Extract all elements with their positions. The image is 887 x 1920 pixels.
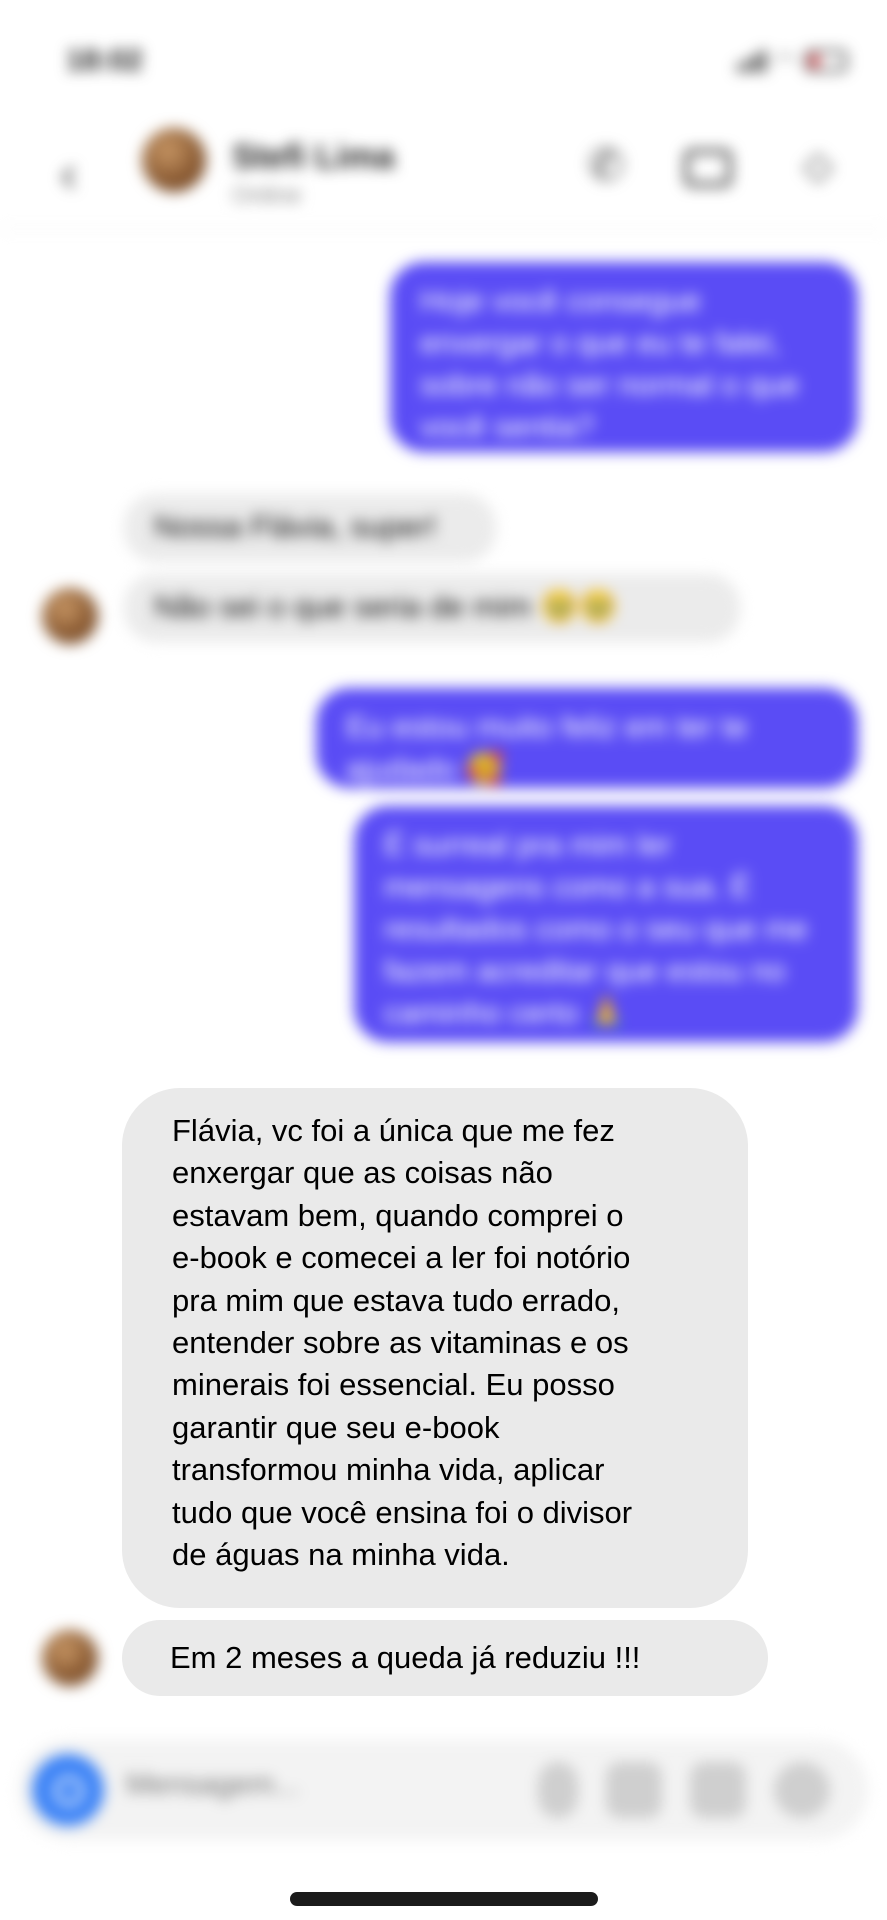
- message-incoming[interactable]: Em 2 meses a queda já reduziu !!!: [122, 1620, 768, 1696]
- home-indicator[interactable]: [290, 1892, 598, 1906]
- avatar[interactable]: [42, 588, 98, 644]
- tag-icon[interactable]: ⬦: [790, 138, 846, 194]
- message-line: transformou minha vida, aplicar: [172, 1452, 605, 1488]
- contact-status: Online: [232, 182, 302, 209]
- message-incoming[interactable]: Nossa Flávia, super!: [124, 494, 496, 562]
- camera-icon[interactable]: [32, 1754, 104, 1826]
- status-time: 18:02: [66, 44, 143, 77]
- phone-icon[interactable]: ✆: [578, 138, 634, 194]
- message-line: e-book e comecei a ler foi notório: [172, 1240, 631, 1276]
- wifi-icon: ◠: [775, 48, 795, 73]
- message-line: pra mim que estava tudo errado,: [172, 1282, 621, 1318]
- video-camera-icon[interactable]: [680, 138, 736, 194]
- message-line: tudo que você ensina foi o divisor: [172, 1494, 633, 1530]
- message-outgoing[interactable]: É surreal pra mim ler mensagens como a s…: [354, 806, 858, 1042]
- message-input[interactable]: [126, 1768, 426, 1802]
- signal-icon: [736, 50, 766, 72]
- avatar[interactable]: [142, 128, 206, 192]
- message-outgoing[interactable]: Hoje você consegue enxergar o que eu te …: [390, 262, 858, 452]
- status-bar: 18:02 ◠: [0, 0, 887, 110]
- message-line: Flávia, vc foi a única que me fez: [172, 1113, 615, 1148]
- chevron-left-icon[interactable]: ‹: [60, 148, 77, 200]
- message-line: de águas na minha vida.: [172, 1537, 510, 1573]
- chat-header: ‹ Stefi Lima Online ✆ ⬦: [0, 110, 887, 230]
- image-icon[interactable]: [606, 1762, 662, 1818]
- contact-name[interactable]: Stefi Lima: [232, 138, 394, 177]
- avatar[interactable]: [42, 1630, 98, 1686]
- status-icons: ◠: [736, 48, 847, 74]
- add-icon[interactable]: [774, 1762, 830, 1818]
- message-line: estavam bem, quando comprei o: [172, 1197, 624, 1233]
- message-line: enxergar que as coisas não: [172, 1155, 553, 1191]
- message-line: entender sobre as vitaminas e os: [172, 1325, 629, 1361]
- message-composer: [18, 1740, 868, 1840]
- sticker-icon[interactable]: [690, 1762, 746, 1818]
- battery-icon: [805, 50, 847, 72]
- message-incoming[interactable]: Não sei o que seria de mim 🥹🥹: [124, 574, 740, 642]
- message-line: garantir que seu e-book: [172, 1409, 500, 1445]
- message-line: minerais foi essencial. Eu posso: [172, 1367, 615, 1403]
- message-incoming-long[interactable]: Flávia, vc foi a única que me fez enxerg…: [122, 1088, 748, 1608]
- message-outgoing[interactable]: Eu estou muito feliz em ter te ajudado 🥰: [316, 688, 858, 788]
- microphone-icon[interactable]: [538, 1762, 578, 1818]
